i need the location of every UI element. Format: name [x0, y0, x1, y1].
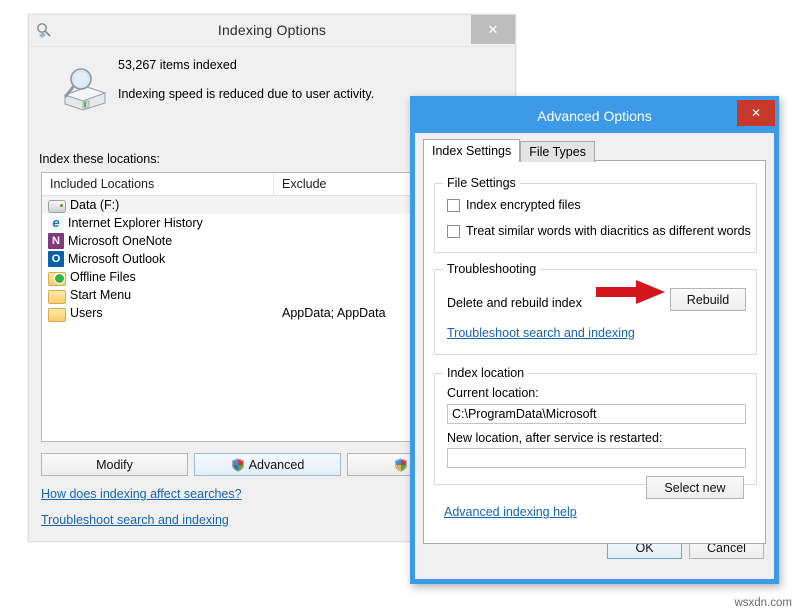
location-name: Offline Files [70, 270, 136, 284]
shield-icon [394, 457, 408, 472]
advanced-button-label: Advanced [248, 457, 305, 472]
index-location-legend: Index location [443, 366, 529, 380]
location-name: Microsoft OneNote [68, 234, 173, 248]
close-icon[interactable]: ✕ [471, 15, 515, 44]
current-location-input[interactable] [447, 404, 746, 424]
advanced-options-tabstrip: Index Settings File Types [423, 139, 595, 162]
select-new-button-label: Select new [664, 480, 726, 495]
location-name-cell: e Internet Explorer History [42, 215, 274, 231]
magnifier-over-drive-icon [57, 63, 109, 115]
ie-icon: e [48, 215, 64, 231]
indexing-options-titlebar: Indexing Options ✕ [29, 15, 515, 47]
troubleshoot-search-and-indexing-link[interactable]: Troubleshoot search and indexing [447, 326, 635, 340]
offline-files-icon [48, 271, 66, 286]
troubleshooting-group: Troubleshooting Delete and rebuild index… [434, 262, 757, 355]
advanced-options-title: Advanced Options [537, 108, 652, 124]
delete-and-rebuild-index-label: Delete and rebuild index [447, 296, 582, 310]
watermark: wsxdn.com [734, 597, 792, 609]
index-encrypted-files-label: Index encrypted files [466, 198, 581, 212]
index-settings-panel: File Settings Index encrypted files Trea… [423, 160, 766, 544]
items-indexed-count: 53,267 items indexed [118, 58, 237, 72]
column-header-included-locations[interactable]: Included Locations [42, 173, 274, 195]
location-name: Microsoft Outlook [68, 252, 166, 266]
location-name: Users [70, 306, 103, 320]
current-location-label: Current location: [447, 386, 539, 400]
folder-icon [48, 307, 66, 322]
advanced-button[interactable]: Advanced [194, 453, 341, 476]
new-location-input[interactable] [447, 448, 746, 468]
treat-similar-words-label: Treat similar words with diacritics as d… [466, 224, 751, 238]
location-name-cell: Data (F:) [42, 197, 274, 213]
modify-button-label: Modify [96, 457, 133, 472]
location-name-cell: Users [42, 305, 274, 322]
index-locations-label: Index these locations: [39, 152, 160, 166]
troubleshooting-legend: Troubleshooting [443, 262, 541, 276]
drive-icon [48, 200, 66, 213]
outlook-icon: O [48, 251, 64, 267]
rebuild-button-label: Rebuild [686, 292, 730, 307]
index-encrypted-files-checkbox[interactable] [447, 198, 460, 212]
location-name-cell: N Microsoft OneNote [42, 233, 274, 249]
onenote-icon: N [48, 233, 64, 249]
modify-button[interactable]: Modify [41, 453, 188, 476]
rebuild-button[interactable]: Rebuild [670, 288, 746, 311]
location-name: Start Menu [70, 288, 132, 302]
advanced-options-window: Advanced Options ✕ Index Settings File T… [410, 96, 779, 584]
new-location-label: New location, after service is restarted… [447, 431, 663, 445]
select-new-button[interactable]: Select new [646, 476, 744, 499]
location-name-cell: O Microsoft Outlook [42, 251, 274, 267]
tab-file-types[interactable]: File Types [520, 141, 595, 162]
index-encrypted-files-row[interactable]: Index encrypted files [447, 198, 581, 212]
advanced-indexing-help-link[interactable]: Advanced indexing help [444, 505, 577, 519]
location-name-cell: Start Menu [42, 287, 274, 304]
location-name-cell: Offline Files [42, 269, 274, 286]
file-settings-group: File Settings Index encrypted files Trea… [434, 176, 757, 253]
tab-index-settings[interactable]: Index Settings [423, 139, 521, 162]
location-name: Data (F:) [70, 198, 120, 212]
treat-similar-words-row[interactable]: Treat similar words with diacritics as d… [447, 224, 751, 238]
treat-similar-words-checkbox[interactable] [447, 224, 460, 238]
advanced-options-body: Index Settings File Types File Settings … [415, 133, 774, 579]
indexing-options-title: Indexing Options [217, 22, 327, 38]
how-does-indexing-affect-searches-link[interactable]: How does indexing affect searches? [41, 487, 242, 501]
indexing-status-message: Indexing speed is reduced due to user ac… [118, 87, 375, 101]
folder-icon [48, 289, 66, 304]
advanced-options-titlebar: Advanced Options ✕ [415, 100, 775, 133]
location-name: Internet Explorer History [68, 216, 203, 230]
index-location-group: Index location Current location: New loc… [434, 366, 757, 499]
shield-icon [231, 457, 245, 472]
troubleshoot-search-and-indexing-link[interactable]: Troubleshoot search and indexing [41, 513, 229, 527]
file-settings-legend: File Settings [443, 176, 520, 190]
close-icon[interactable]: ✕ [737, 100, 775, 126]
